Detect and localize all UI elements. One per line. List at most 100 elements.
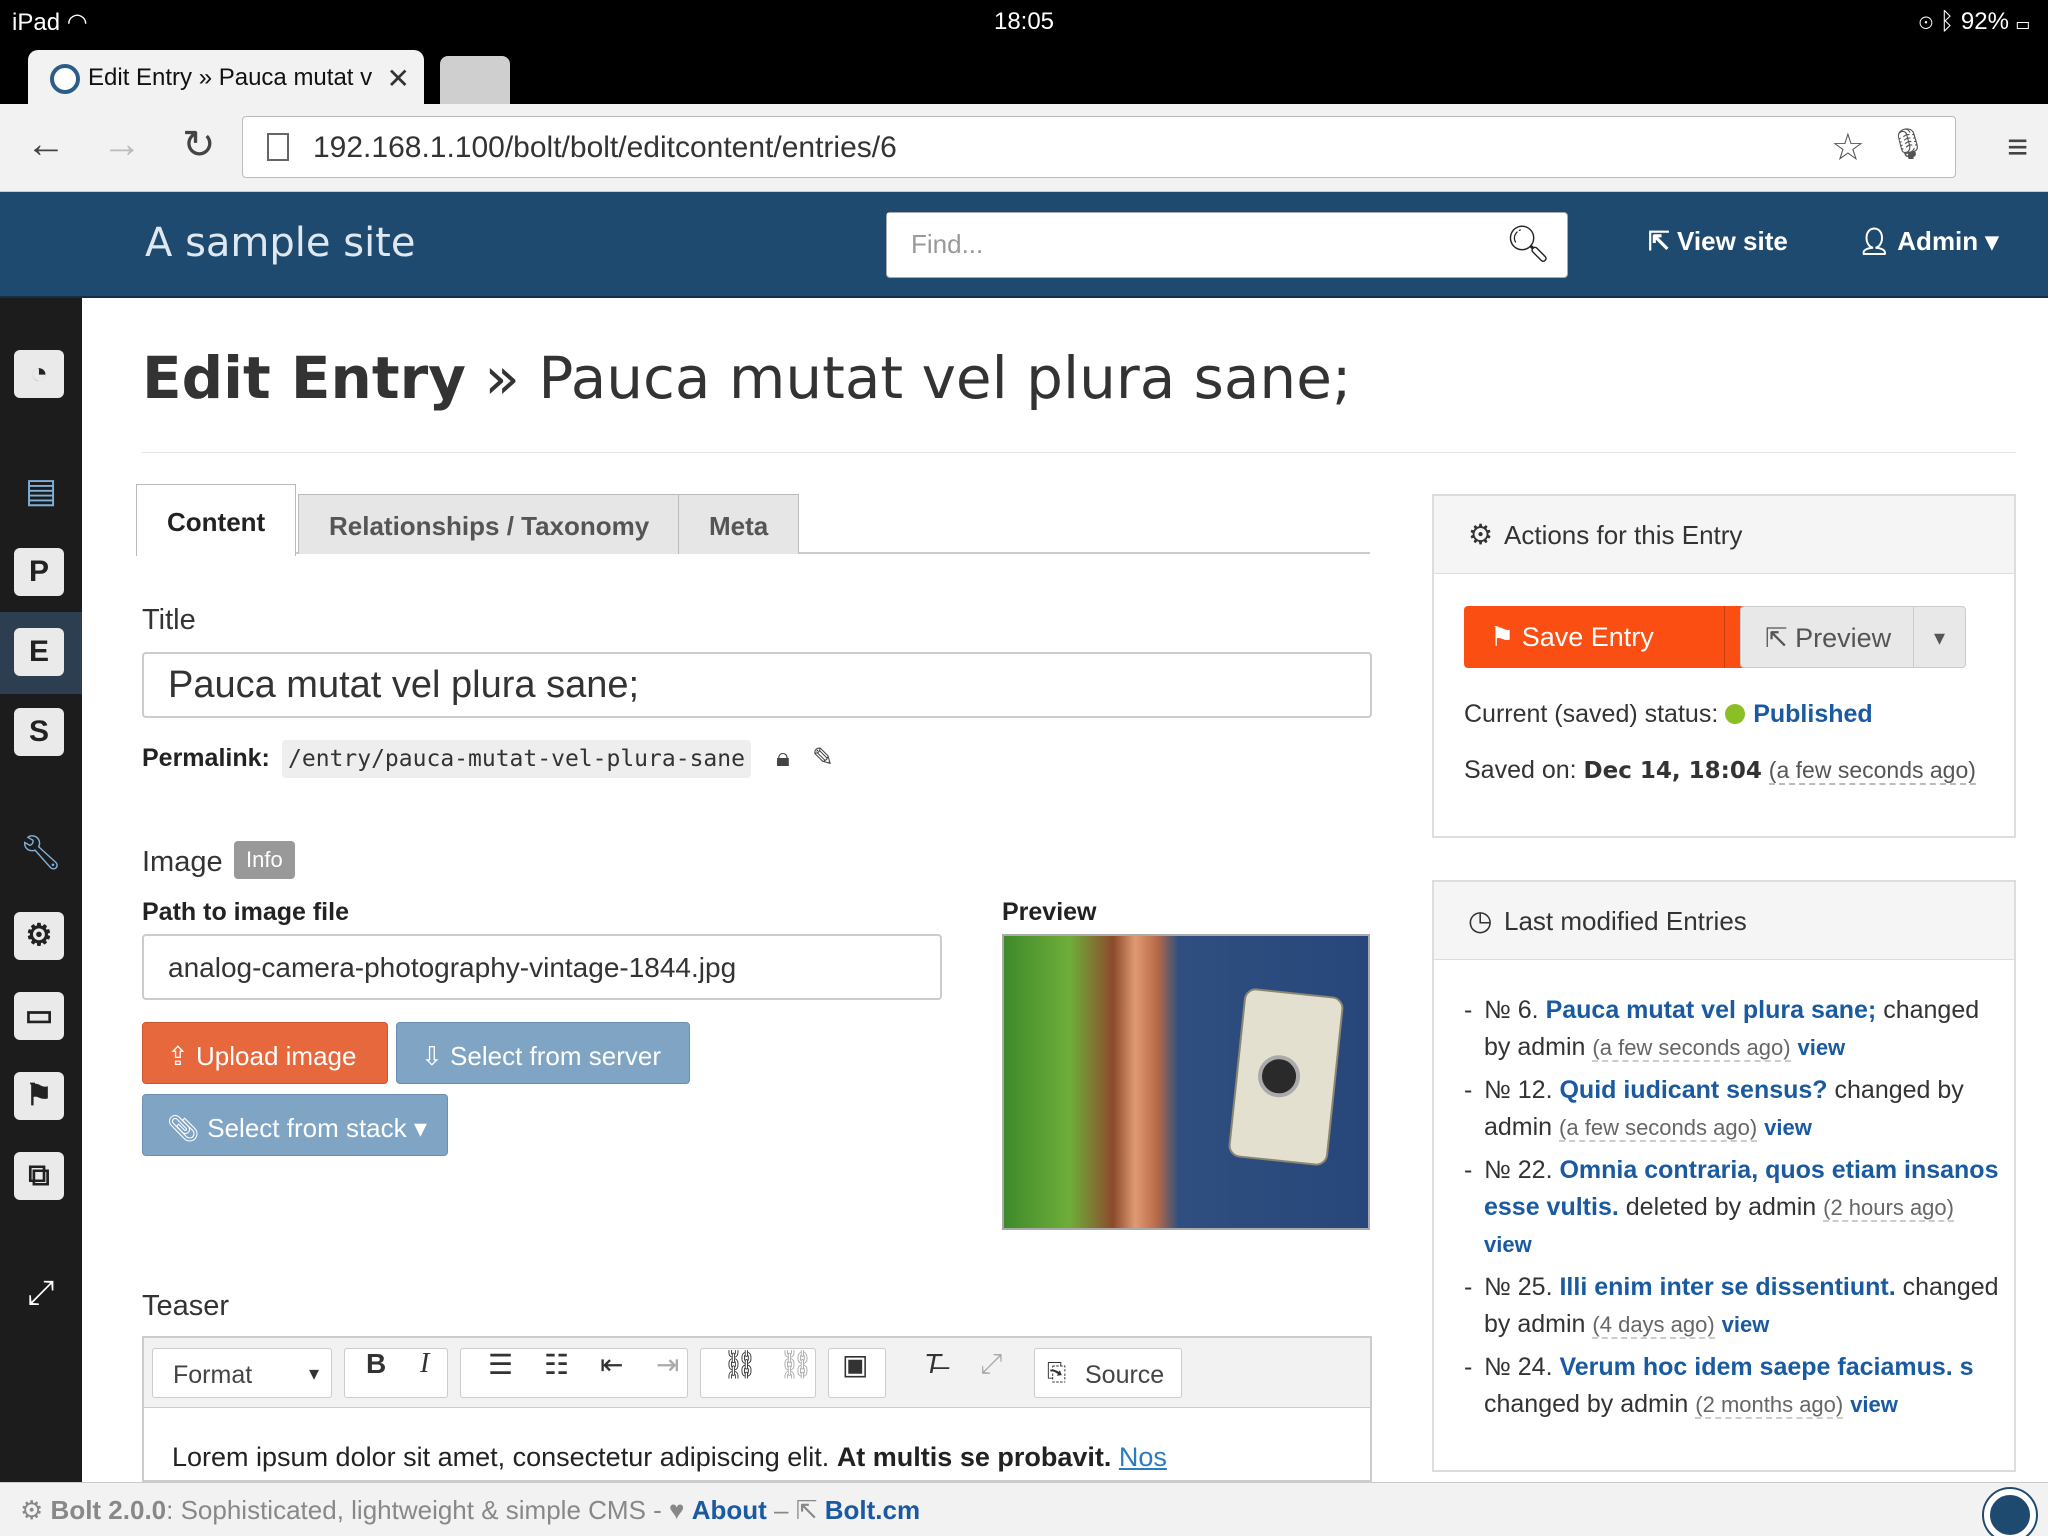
admin-menu[interactable]: 👤︎ Admin ▾ (1858, 226, 1998, 257)
bolt-favicon-icon (50, 64, 80, 94)
bolt-cm-link[interactable]: Bolt.cm (825, 1495, 920, 1525)
search-input[interactable] (887, 213, 1487, 275)
ordered-list-icon[interactable]: ☰ (488, 1348, 513, 1381)
microphone-icon[interactable]: 🎙 (1889, 127, 1927, 162)
view-link[interactable]: view (1722, 1312, 1770, 1337)
upload-image-button[interactable]: ⇪ Upload image (142, 1022, 388, 1084)
content-tabs: Content Relationships / Taxonomy Meta (136, 484, 1370, 556)
battery-icon: ▭ (2015, 8, 2030, 35)
flag-icon[interactable]: ⚑ (14, 1072, 64, 1120)
select-from-stack-button[interactable]: 📎︎ Select from stack ▾ (142, 1094, 448, 1156)
new-tab-button[interactable] (440, 56, 510, 104)
view-link[interactable]: view (1850, 1392, 1898, 1417)
view-link[interactable]: view (1484, 1232, 1532, 1257)
outdent-icon[interactable]: ⇤ (600, 1348, 623, 1381)
bullet-list-icon[interactable]: ☷ (544, 1348, 569, 1381)
editor-link[interactable]: Nos (1119, 1442, 1167, 1472)
view-site-link[interactable]: ⇱ View site (1648, 226, 1788, 257)
document-icon[interactable]: ▤ (18, 468, 64, 514)
preview-label: Preview (1002, 898, 1097, 926)
gear-icon: ⚙ (1468, 519, 1494, 550)
list-item: - № 22. Omnia contraria, quos etiam insa… (1464, 1156, 1999, 1257)
recent-entries-panel: ◷ Last modified Entries - № 6. Pauca mut… (1432, 880, 2016, 1472)
recent-panel-heading: ◷ Last modified Entries (1434, 882, 2014, 960)
list-item: - № 25. Illi enim inter se dissentiunt. … (1464, 1273, 1999, 1339)
view-link[interactable]: view (1764, 1115, 1812, 1140)
actions-panel-heading: ⚙ Actions for this Entry (1434, 496, 2014, 574)
entry-link[interactable]: Quid iudicant sensus? (1559, 1076, 1827, 1104)
entry-link[interactable]: Verum hoc idem saepe faciamus. s (1559, 1353, 1973, 1381)
external-link-icon: ⇱ (795, 1495, 818, 1525)
italic-icon[interactable]: I (420, 1348, 429, 1380)
save-entry-button[interactable]: ⚑ Save Entry (1464, 606, 1724, 668)
tab-relationships-taxonomy[interactable]: Relationships / Taxonomy (298, 494, 681, 554)
url-text: 192.168.1.100/bolt/bolt/editcontent/entr… (313, 131, 897, 164)
battery-status: ⊙ ᛒ 92% ▭ (1918, 8, 2030, 35)
entry-link[interactable]: Pauca mutat vel plura sane; (1546, 996, 1877, 1024)
source-icon: ⎘ (1047, 1359, 1067, 1386)
camera-photo (1227, 987, 1345, 1167)
editor-content[interactable]: Lorem ipsum dolor sit amet, consectetur … (172, 1442, 1167, 1473)
search-icon[interactable]: 🔍︎ (1505, 223, 1551, 265)
bookmark-star-icon[interactable]: ☆ (1831, 125, 1865, 170)
search-box: 🔍︎ (886, 212, 1568, 278)
teaser-label: Teaser (142, 1290, 230, 1322)
preview-options-toggle[interactable]: ▾ (1914, 606, 1966, 668)
preview-button[interactable]: ⇱ Preview (1740, 606, 1914, 668)
bolt-version: Bolt 2.0.0 (50, 1495, 167, 1525)
browser-tab[interactable]: Edit Entry » Pauca mutat v ✕ (28, 50, 424, 106)
dashboard-icon[interactable]: ◔ (14, 350, 64, 398)
title-field[interactable]: Pauca mutat vel plura sane; (142, 652, 1372, 718)
browser-tab-title: Edit Entry » Pauca mutat v (88, 64, 373, 91)
maximize-icon[interactable]: ⤢ (980, 1348, 1002, 1381)
indent-icon[interactable]: ⇥ (656, 1348, 679, 1381)
gear-icon: ⚙ (20, 1495, 44, 1525)
list-item: - № 6. Pauca mutat vel plura sane; chang… (1464, 996, 1980, 1062)
external-link-icon: ⇱ (1648, 226, 1670, 256)
permalink-value: /entry/pauca-mutat-vel-plura-sane (282, 740, 751, 778)
caret-down-icon: ▾ (308, 1363, 319, 1385)
wrench-icon[interactable]: 🔧︎ (18, 830, 64, 876)
sidebar-item-entries[interactable]: E (14, 628, 64, 676)
site-title[interactable]: A sample site (145, 220, 415, 266)
teaser-editor: Format ▾ B I ☰ ☷ ⇤ ⇥ ⛓ ⛓ ▣ T̶ ⤢ ⎘ Source… (142, 1336, 1372, 1482)
back-icon[interactable]: ← (26, 122, 66, 167)
select-from-server-button[interactable]: ⇩ Select from server (396, 1022, 690, 1084)
menu-icon[interactable]: ≡ (2007, 126, 2028, 168)
entry-link[interactable]: Illi enim inter se dissentiunt. (1559, 1273, 1895, 1301)
image-label: Image (142, 846, 223, 878)
about-link[interactable]: About (692, 1495, 767, 1525)
source-button[interactable]: ⎘ Source (1034, 1348, 1182, 1398)
address-bar[interactable]: 192.168.1.100/bolt/bolt/editcontent/entr… (242, 116, 1956, 178)
unlink-icon[interactable]: ⛓ (778, 1348, 814, 1381)
image-preview (1002, 934, 1370, 1230)
expand-icon[interactable]: ⤢ (18, 1270, 64, 1316)
gears-icon[interactable]: ⚙ (14, 912, 64, 960)
status-dot (1725, 704, 1746, 724)
bold-icon[interactable]: B (366, 1348, 386, 1380)
sidebar-item-showcases[interactable]: S (14, 708, 64, 756)
heart-icon: ♥ (669, 1495, 685, 1525)
pencil-icon[interactable]: ✎ (812, 742, 834, 773)
clock-icon: ◷ (1468, 905, 1493, 936)
permalink-label: Permalink: (142, 744, 270, 772)
link-icon[interactable]: ⛓ (722, 1348, 758, 1381)
reload-icon[interactable]: ↻ (182, 122, 216, 168)
paperclip-icon: 📎︎ (167, 1113, 201, 1143)
close-icon[interactable]: ✕ (387, 62, 410, 95)
image-icon[interactable]: ▣ (842, 1348, 868, 1381)
view-link[interactable]: view (1797, 1035, 1845, 1060)
image-path-field[interactable]: analog-camera-photography-vintage-1844.j… (142, 934, 942, 1000)
tab-meta[interactable]: Meta (678, 494, 800, 554)
info-badge[interactable]: Info (234, 841, 295, 879)
remove-format-icon[interactable]: T̶ (924, 1348, 941, 1380)
folder-icon[interactable]: ▭ (14, 992, 64, 1040)
cubes-icon[interactable]: ⧉ (14, 1152, 64, 1200)
forward-icon[interactable]: → (102, 122, 142, 167)
tab-content[interactable]: Content (136, 484, 297, 556)
browser-tab-strip: Edit Entry » Pauca mutat v ✕ (0, 42, 2048, 106)
lock-icon[interactable]: 🔒︎ (776, 742, 790, 774)
format-dropdown[interactable]: Format ▾ (152, 1348, 332, 1398)
actions-panel: ⚙ Actions for this Entry ⚑ Save Entry ▾ … (1432, 494, 2016, 838)
sidebar-item-pages[interactable]: P (14, 548, 64, 596)
